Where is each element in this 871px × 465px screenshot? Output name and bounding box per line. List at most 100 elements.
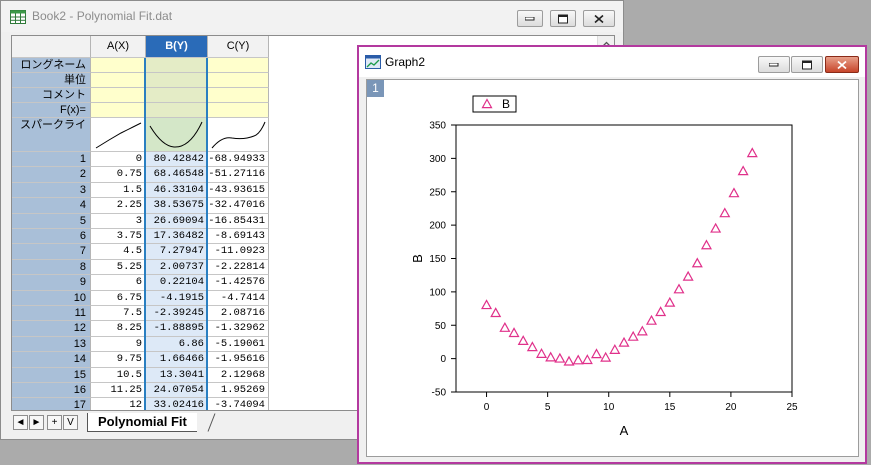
close-button[interactable] [583, 10, 615, 27]
column-header-c[interactable]: C(Y) [208, 36, 269, 58]
cell-a[interactable]: 6.75 [91, 290, 146, 306]
row-number[interactable]: 7 [12, 244, 91, 260]
add-sheet-button[interactable]: + [47, 415, 62, 430]
row-label-sparklines[interactable]: スパークライ [12, 118, 91, 152]
graph-restore-button[interactable] [791, 56, 823, 73]
meta-cell[interactable] [208, 58, 269, 73]
data-point[interactable] [655, 306, 667, 317]
cell-c[interactable]: -32.47016 [208, 198, 269, 214]
cell-c[interactable]: -5.19061 [208, 336, 269, 353]
data-point[interactable] [590, 348, 603, 359]
data-point[interactable] [554, 352, 566, 363]
meta-cell[interactable] [91, 88, 146, 103]
data-point[interactable] [673, 283, 685, 294]
cell-a[interactable]: 0.75 [91, 167, 146, 183]
data-point[interactable] [526, 341, 538, 352]
row-number[interactable]: 3 [12, 182, 91, 199]
meta-cell[interactable] [208, 73, 269, 88]
data-point[interactable] [563, 355, 575, 366]
data-point[interactable] [627, 330, 639, 341]
cell-a[interactable]: 11.25 [91, 383, 146, 399]
data-point[interactable] [746, 147, 758, 158]
cell-a[interactable]: 5.25 [91, 259, 146, 276]
row-number[interactable]: 4 [12, 198, 91, 214]
data-point[interactable] [499, 321, 511, 332]
graph-titlebar[interactable]: Graph2 [359, 47, 865, 77]
cell-c[interactable]: -43.93615 [208, 182, 269, 199]
cell-a[interactable]: 4.5 [91, 244, 146, 260]
data-point[interactable] [536, 348, 548, 358]
cell-c[interactable]: -4.7414 [208, 290, 269, 306]
cell-a[interactable]: 2.25 [91, 198, 146, 214]
graph-close-button[interactable] [825, 56, 859, 73]
cell-c[interactable]: -1.95616 [208, 352, 269, 368]
restore-button[interactable] [550, 10, 576, 27]
row-number[interactable]: 10 [12, 290, 91, 306]
data-point[interactable] [517, 335, 529, 346]
data-point[interactable] [700, 239, 712, 250]
row-label-comments[interactable]: コメント [12, 88, 91, 103]
data-point[interactable] [737, 165, 749, 176]
data-point[interactable] [664, 296, 676, 307]
row-number[interactable]: 12 [12, 321, 91, 337]
cell-a[interactable]: 8.25 [91, 321, 146, 337]
cell-c[interactable]: -16.85431 [208, 213, 269, 229]
data-point[interactable] [645, 314, 658, 325]
cell-a[interactable]: 10.5 [91, 367, 146, 383]
sparkline-c[interactable] [208, 118, 269, 152]
graph-window[interactable]: Graph2 1 B 0 5 10 15 20 25 -50 0 50 100 150 200 250 3… [357, 45, 867, 464]
cell-c[interactable]: -8.69143 [208, 229, 269, 245]
data-point[interactable] [728, 187, 740, 198]
data-point[interactable] [710, 222, 722, 233]
row-number[interactable]: 1 [12, 152, 91, 168]
cell-a[interactable]: 12 [91, 398, 146, 410]
row-number[interactable]: 6 [12, 229, 91, 245]
row-number[interactable]: 13 [12, 336, 91, 353]
cell-a[interactable]: 1.5 [91, 182, 146, 199]
data-point[interactable] [545, 351, 557, 362]
cell-c[interactable]: -68.94933 [208, 152, 269, 168]
workbook-titlebar[interactable]: Book2 - Polynomial Fit.dat [1, 1, 623, 32]
row-label-formula[interactable]: F(x)= [12, 103, 91, 118]
cell-a[interactable]: 6 [91, 275, 146, 291]
cell-c[interactable]: 1.95269 [208, 383, 269, 399]
row-label-longname[interactable]: ロングネーム [12, 58, 91, 73]
row-number[interactable]: 8 [12, 259, 91, 276]
data-point[interactable] [490, 307, 502, 318]
data-point[interactable] [609, 344, 621, 354]
row-number[interactable]: 11 [12, 306, 91, 322]
cell-a[interactable]: 3 [91, 213, 146, 229]
cell-a[interactable]: 9 [91, 336, 146, 353]
row-number[interactable]: 15 [12, 367, 91, 383]
scatter-plot[interactable]: B 0 5 10 15 20 25 -50 0 50 100 150 200 250 300 350 A B [367, 80, 858, 456]
data-point[interactable] [508, 327, 520, 338]
cell-a[interactable]: 3.75 [91, 229, 146, 245]
data-point[interactable] [719, 207, 731, 218]
graph-page[interactable]: 1 B 0 5 10 15 20 25 -50 0 50 100 150 200 250 300 350 A… [366, 79, 859, 457]
data-point[interactable] [636, 325, 648, 336]
data-point[interactable] [481, 299, 493, 310]
meta-cell[interactable] [91, 73, 146, 88]
sheet-tab-polynomial-fit[interactable]: Polynomial Fit [87, 413, 197, 432]
first-sheet-button[interactable]: ◄ [13, 415, 28, 430]
corner-cell[interactable] [12, 36, 91, 58]
sparkline-a[interactable] [91, 118, 146, 152]
cell-a[interactable]: 7.5 [91, 306, 146, 322]
data-point[interactable] [572, 354, 584, 365]
data-point[interactable] [691, 257, 703, 268]
column-header-b[interactable]: B(Y) [146, 36, 208, 58]
row-number[interactable]: 16 [12, 383, 91, 399]
row-number[interactable]: 17 [12, 398, 91, 410]
minimize-button[interactable] [517, 10, 543, 27]
row-label-units[interactable]: 単位 [12, 73, 91, 88]
cell-c[interactable]: -3.74094 [208, 398, 269, 410]
row-number[interactable]: 14 [12, 352, 91, 368]
cell-c[interactable]: -2.22814 [208, 259, 269, 276]
cell-c[interactable]: 2.12968 [208, 367, 269, 383]
row-number[interactable]: 2 [12, 167, 91, 183]
meta-cell[interactable] [208, 103, 269, 118]
graph-minimize-button[interactable] [758, 56, 790, 73]
cell-c[interactable]: 2.08716 [208, 306, 269, 322]
cell-c[interactable]: -1.42576 [208, 275, 269, 291]
cell-c[interactable]: -11.0923 [208, 244, 269, 260]
